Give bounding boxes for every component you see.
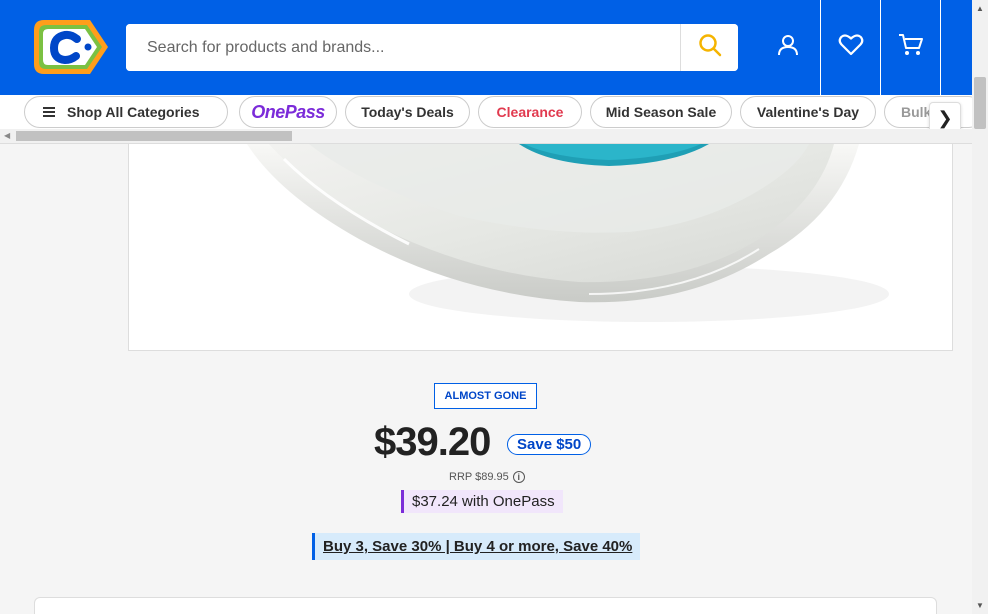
horizontal-scrollbar-thumb[interactable]: [16, 131, 292, 141]
shop-all-label: Shop All Categories: [67, 104, 200, 120]
stock-badge: ALMOST GONE: [434, 383, 537, 409]
scroll-down-icon[interactable]: ▼: [976, 601, 984, 610]
content-card: [34, 597, 937, 614]
wishlist-button[interactable]: [820, 0, 880, 95]
search-button[interactable]: [680, 24, 738, 71]
shop-all-categories-button[interactable]: Shop All Categories: [24, 96, 228, 128]
search-bar: [126, 24, 738, 71]
cart-button[interactable]: [880, 0, 940, 95]
onepass-logo: OnePass: [251, 101, 325, 122]
nav-pill-onepass[interactable]: OnePass: [239, 96, 337, 128]
heart-icon: [838, 33, 864, 62]
info-icon[interactable]: i: [512, 471, 525, 483]
nav-pill-label: Valentine's Day: [756, 104, 860, 120]
search-input[interactable]: [126, 24, 680, 71]
vertical-scrollbar-thumb[interactable]: [974, 77, 986, 129]
nav-pill-label: Bulk: [901, 104, 932, 120]
nav-pill-clearance[interactable]: Clearance: [478, 96, 582, 128]
scroll-left-icon[interactable]: ◀: [4, 131, 10, 140]
nav-pill-mid-season-sale[interactable]: Mid Season Sale: [590, 96, 732, 128]
site-logo[interactable]: [30, 16, 110, 78]
nav-pill-valentines-day[interactable]: Valentine's Day: [740, 96, 876, 128]
product-image[interactable]: [128, 144, 953, 351]
vertical-scrollbar[interactable]: ▲ ▼: [972, 0, 988, 614]
nav-pill-label: Mid Season Sale: [605, 104, 717, 120]
rrp-text: RRP $89.95 i: [449, 471, 525, 483]
nav-pill-todays-deals[interactable]: Today's Deals: [345, 96, 470, 128]
rrp-label: RRP $89.95: [449, 471, 509, 483]
nav-pill-label: Today's Deals: [361, 104, 454, 120]
scroll-up-icon[interactable]: ▲: [976, 4, 984, 13]
onepass-price[interactable]: $37.24 with OnePass: [401, 490, 563, 513]
promo-link[interactable]: Buy 3, Save 30% | Buy 4 or more, Save 40…: [312, 533, 641, 560]
horizontal-scrollbar[interactable]: ◀: [0, 129, 972, 143]
nav-pill-label: Clearance: [496, 104, 564, 120]
site-header: [0, 0, 972, 95]
user-icon: [776, 33, 800, 62]
savings-badge: Save $50: [507, 434, 592, 455]
search-icon: [698, 33, 722, 62]
menu-icon: [43, 105, 55, 119]
header-divider: [940, 0, 941, 95]
cart-icon: [898, 33, 924, 62]
product-price: $39.20: [374, 420, 491, 464]
account-button[interactable]: [758, 0, 818, 95]
chevron-right-icon: ❯: [937, 107, 953, 128]
